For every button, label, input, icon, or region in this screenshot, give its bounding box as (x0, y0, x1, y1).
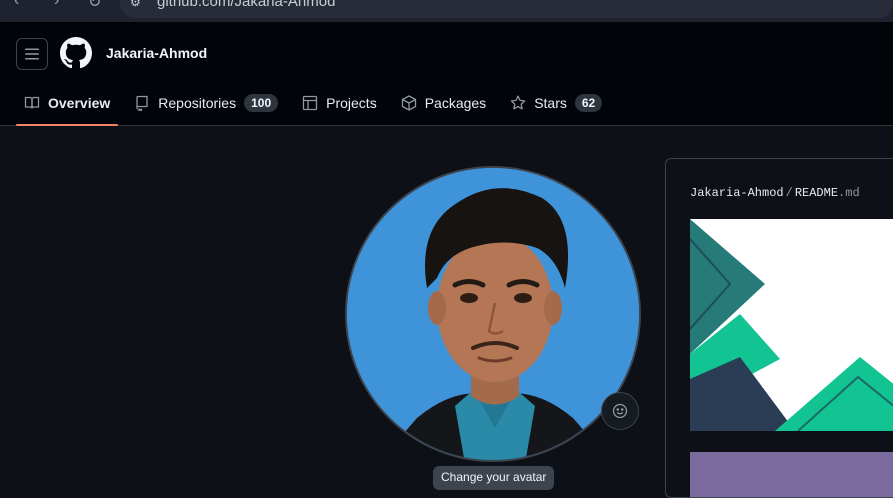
tab-projects[interactable]: Projects (294, 80, 385, 126)
package-icon (401, 95, 416, 111)
hamburger-icon (25, 48, 39, 60)
repo-icon (136, 95, 148, 111)
stars-count-badge: 62 (574, 94, 603, 112)
tab-stars-label: Stars (534, 95, 567, 111)
address-bar[interactable]: ⚙ github.com/Jakaria-Ahmod (120, 0, 893, 18)
readme-file-link[interactable]: README (795, 186, 838, 200)
readme-owner-link[interactable]: Jakaria-Ahmod (690, 186, 784, 200)
profile-readme-card: Jakaria-Ahmod / README.md (665, 158, 893, 498)
table-icon (302, 95, 318, 111)
forward-icon[interactable]: › (54, 0, 59, 10)
github-header: Jakaria-Ahmod Overview Repositories 100 … (0, 22, 893, 126)
set-status-button[interactable] (601, 392, 639, 430)
readme-banner-image (690, 219, 893, 431)
readme-geometric-graphic (690, 219, 893, 431)
readme-path-separator: / (785, 186, 793, 200)
change-avatar-tooltip: Change your avatar (433, 466, 555, 490)
site-settings-icon[interactable]: ⚙ (130, 0, 141, 9)
readme-file-ext: .md (838, 186, 860, 200)
profile-tabs: Overview Repositories 100 Projects Packa… (16, 80, 618, 126)
tab-packages-label: Packages (424, 95, 487, 111)
tab-stars[interactable]: Stars 62 (502, 80, 610, 126)
avatar-image (347, 168, 639, 460)
reload-icon[interactable]: ↻ (88, 0, 101, 12)
tab-packages[interactable]: Packages (393, 80, 494, 126)
github-logo-icon[interactable] (60, 37, 92, 69)
readme-path: Jakaria-Ahmod / README.md (690, 186, 860, 200)
tab-overview[interactable]: Overview (16, 80, 119, 126)
smiley-icon (612, 403, 628, 419)
tab-repositories-label: Repositories (158, 95, 237, 111)
tab-repositories[interactable]: Repositories 100 (126, 80, 286, 126)
tab-overview-label: Overview (48, 95, 111, 111)
star-icon (510, 95, 526, 110)
back-icon[interactable]: ‹ (14, 0, 19, 10)
header-username[interactable]: Jakaria-Ahmod (106, 45, 207, 61)
book-icon (24, 96, 40, 109)
repositories-count-badge: 100 (244, 94, 279, 112)
browser-toolbar: ‹ › ↻ ⚙ github.com/Jakaria-Ahmod (0, 0, 893, 22)
profile-avatar[interactable] (345, 166, 641, 462)
url-text[interactable]: github.com/Jakaria-Ahmod (157, 0, 335, 10)
open-global-navigation-button[interactable] (16, 38, 48, 70)
tab-projects-label: Projects (326, 95, 377, 111)
readme-secondary-banner (690, 452, 893, 497)
